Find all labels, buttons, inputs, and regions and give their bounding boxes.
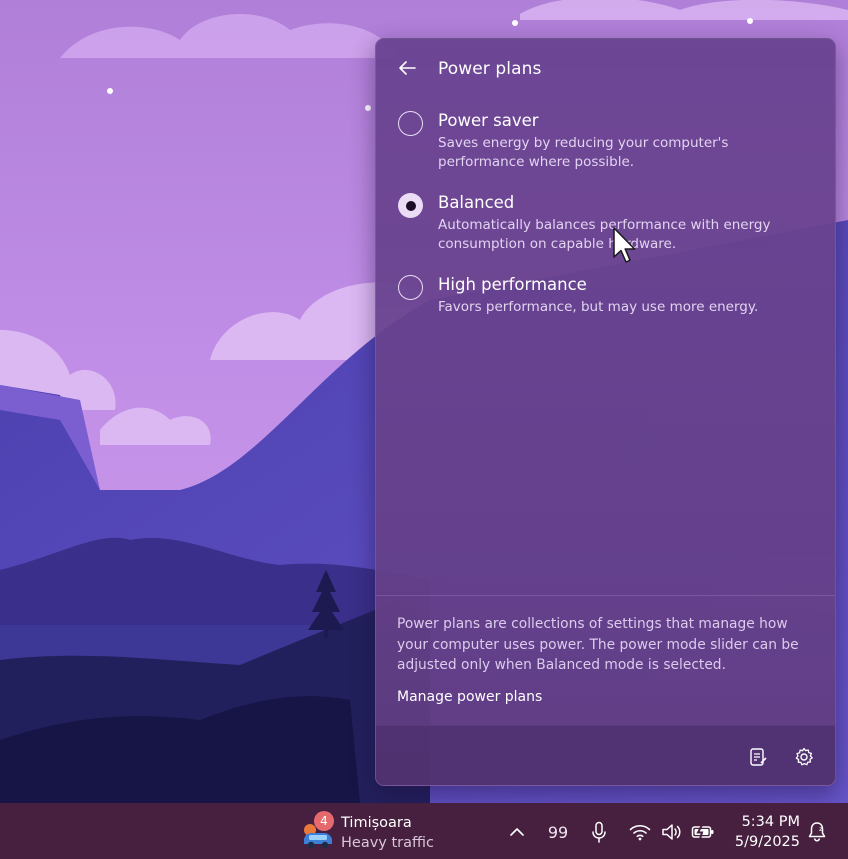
flyout-header: Power plans — [376, 39, 835, 101]
plan-name: Power saver — [438, 111, 539, 130]
manage-power-plans-link[interactable]: Manage power plans — [397, 689, 542, 705]
weather-traffic-widget[interactable]: 4 Timișoara Heavy traffic — [298, 811, 448, 853]
radio-high-performance[interactable] — [398, 275, 423, 300]
plan-name: Balanced — [438, 193, 515, 212]
back-arrow-icon — [398, 60, 416, 80]
speaker-icon[interactable] — [659, 816, 685, 848]
plan-description: Saves energy by reducing your computer's… — [438, 135, 729, 170]
divider — [376, 595, 835, 596]
weather-status: Heavy traffic — [341, 835, 435, 851]
flyout-footer — [376, 725, 835, 785]
back-button[interactable] — [393, 56, 421, 84]
edit-quick-settings-icon[interactable] — [746, 745, 770, 769]
wifi-icon[interactable] — [627, 816, 653, 848]
radio-balanced[interactable] — [398, 193, 423, 218]
tray-count: 99 — [547, 822, 569, 842]
plan-option-high-performance[interactable]: High performance Favors performance, but… — [396, 273, 826, 317]
tray-count-indicator[interactable]: 99 — [543, 816, 573, 848]
clock-time: 5:34 PM — [741, 814, 800, 830]
chevron-up-icon[interactable] — [504, 816, 530, 848]
radio-power-saver[interactable] — [398, 111, 423, 136]
plan-option-power-saver[interactable]: Power saver Saves energy by reducing you… — [396, 109, 826, 171]
weather-city: Timișoara — [341, 815, 412, 831]
plan-description: Favors performance, but may use more ene… — [438, 299, 759, 315]
microphone-icon[interactable] — [587, 816, 611, 848]
mouse-pointer-icon — [613, 227, 637, 265]
power-plans-info-text: Power plans are collections of settings … — [397, 616, 799, 673]
flyout-title: Power plans — [438, 59, 542, 79]
clock[interactable]: 5:34 PM 5/9/2025 — [728, 812, 800, 852]
notification-bell-icon[interactable]: z — [805, 816, 829, 848]
battery-charging-icon[interactable] — [690, 816, 716, 848]
plan-name: High performance — [438, 275, 587, 294]
taskbar: 4 Timișoara Heavy traffic 99 5:34 PM 5/9… — [0, 803, 848, 859]
settings-gear-icon[interactable] — [792, 745, 816, 769]
power-plans-flyout: Power plans Power saver Saves energy by … — [375, 38, 836, 786]
clock-date: 5/9/2025 — [734, 834, 800, 850]
svg-text:z: z — [819, 825, 823, 833]
plan-option-balanced[interactable]: Balanced Automatically balances performa… — [396, 191, 826, 253]
notification-badge: 4 — [314, 811, 334, 831]
